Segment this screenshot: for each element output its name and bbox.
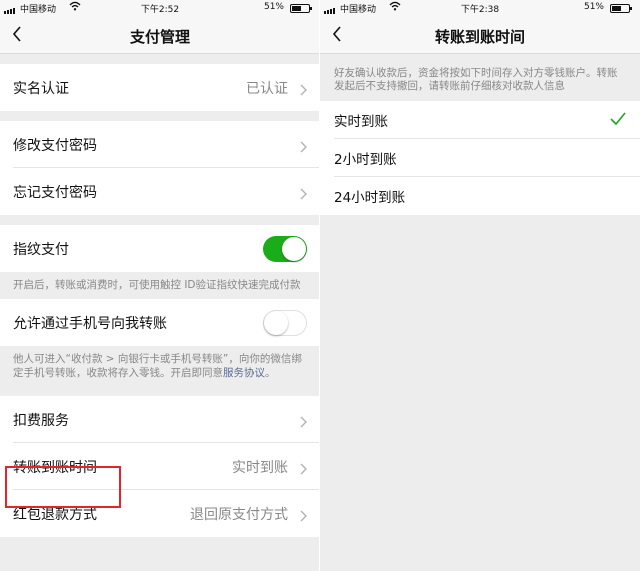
deduction-service-label: 扣费服务 [13,412,69,429]
option-24-hours[interactable]: 24小时到账 [320,177,640,215]
screenshot-composite: 中国移动 下午2:52 51% 支付管理 实名认证 已认证 修改支付密码 忘记支… [0,0,640,571]
deduction-service-row[interactable]: 扣费服务 [0,396,320,443]
chevron-right-icon [300,413,307,432]
fingerprint-note: 开启后，转账或消费时，可使用触控 ID验证指纹快速完成付款 [13,279,301,291]
realname-row[interactable]: 实名认证 已认证 [0,64,320,111]
fingerprint-pay-toggle[interactable] [263,236,307,262]
refund-method-value: 退回原支付方式 [190,506,288,523]
phone-transfer-row: 允许通过手机号向我转账 [0,299,320,346]
change-password-row[interactable]: 修改支付密码 [0,121,320,168]
status-bar: 中国移动 下午2:52 51% [0,0,320,15]
chevron-right-icon [300,81,307,100]
chevron-right-icon [300,507,307,526]
option-realtime[interactable]: 实时到账 [320,101,640,139]
realname-status: 已认证 [246,80,288,97]
option-label: 24小时到账 [334,190,406,206]
fingerprint-pay-row: 指纹支付 [0,225,320,272]
battery-icon [290,4,312,13]
page-title: 转账到账时间 [434,28,525,46]
phone-transfer-label: 允许通过手机号向我转账 [13,315,167,332]
forgot-password-row[interactable]: 忘记支付密码 [0,168,320,215]
phone-transfer-note: 他人可进入“收付款 > 向银行卡或手机号转账”，向你的微信绑定手机号转账，收款将… [0,346,320,387]
phone-note-end: 。 [265,367,276,379]
chevron-right-icon [300,185,307,204]
highlight-box [5,466,121,508]
phone-transfer-toggle[interactable] [263,310,307,336]
payment-management-screen: 中国移动 下午2:52 51% 支付管理 实名认证 已认证 修改支付密码 忘记支… [0,0,320,571]
nav-bar: 支付管理 [0,15,320,54]
transfer-description: 好友确认收款后，资金将按如下时间存入对方零钱账户。转账发起后不支持撤回，请转账前… [334,67,618,92]
option-label: 实时到账 [334,114,388,130]
service-agreement-link[interactable]: 服务协议 [223,367,265,379]
transfer-time-value: 实时到账 [232,459,288,476]
battery-percent: 51% [263,2,284,12]
fingerprint-pay-label: 指纹支付 [13,241,69,258]
checkmark-icon [610,112,626,130]
transfer-time-screen: 中国移动 下午2:38 51% 转账到账时间 好友确认收款后，资金将按如下时间存… [320,0,640,571]
chevron-right-icon [300,138,307,157]
status-bar: 中国移动 下午2:38 51% [320,0,640,15]
option-label: 2小时到账 [334,152,397,168]
chevron-right-icon [300,460,307,479]
change-password-label: 修改支付密码 [13,137,97,154]
forgot-password-label: 忘记支付密码 [13,184,97,201]
page-title: 支付管理 [129,28,190,46]
nav-bar: 转账到账时间 [320,15,640,54]
realname-label: 实名认证 [13,80,69,97]
option-2-hours[interactable]: 2小时到账 [320,139,640,177]
battery-percent: 51% [583,2,604,12]
battery-icon [610,4,632,13]
